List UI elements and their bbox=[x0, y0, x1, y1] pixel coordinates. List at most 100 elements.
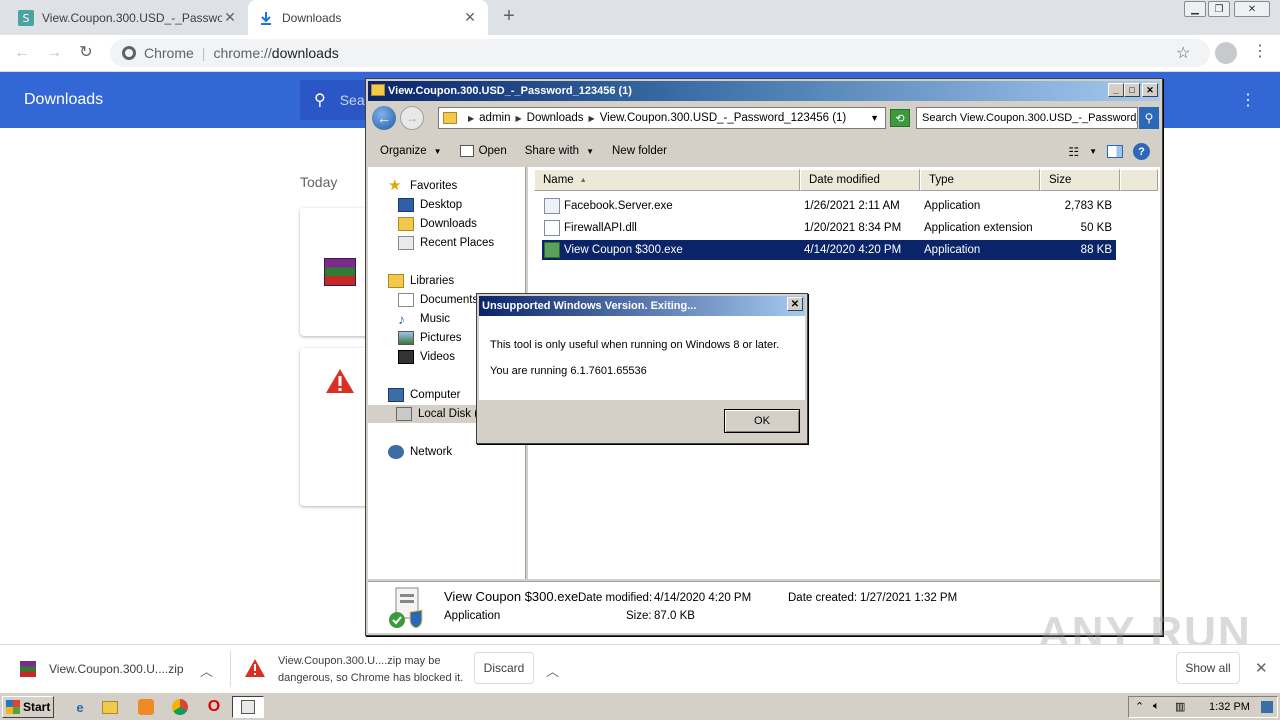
installer-taskbar-button[interactable] bbox=[232, 696, 264, 718]
file-row[interactable]: Facebook.Server.exe 1/26/2021 2:11 AM Ap… bbox=[542, 196, 1116, 216]
explorer-icon[interactable] bbox=[100, 697, 120, 717]
opera-icon[interactable]: O bbox=[204, 697, 224, 717]
winrar-icon bbox=[20, 661, 36, 677]
file-row-selected[interactable]: View Coupon $300.exe 4/14/2020 4:20 PM A… bbox=[542, 240, 1116, 260]
tab-close-icon[interactable]: ✕ bbox=[462, 9, 478, 26]
open-button[interactable]: Open bbox=[459, 145, 507, 157]
breadcrumb-item[interactable]: Downloads bbox=[527, 112, 584, 124]
minimize-button[interactable]: _ bbox=[1108, 83, 1124, 97]
dll-file-icon bbox=[544, 220, 560, 236]
bookmark-star-icon[interactable]: ☆ bbox=[1176, 43, 1190, 63]
nav-videos[interactable]: Videos bbox=[398, 348, 455, 366]
volume-icon[interactable]: 🔈︎ bbox=[1153, 700, 1160, 713]
tab-title: Downloads bbox=[282, 10, 342, 25]
dialog-close-button[interactable]: ✕ bbox=[787, 297, 803, 311]
refresh-icon[interactable]: ⟲ bbox=[890, 109, 910, 127]
maximize-button[interactable]: □ bbox=[1124, 83, 1140, 97]
dialog-titlebar[interactable]: Unsupported Windows Version. Exiting... bbox=[479, 296, 805, 316]
file-type: Application bbox=[924, 244, 981, 256]
tab-zip-file[interactable]: S View.Coupon.300.USD_-_Password_123456 … bbox=[8, 0, 248, 35]
start-button[interactable]: Start bbox=[2, 696, 54, 718]
new-folder-button[interactable]: New folder bbox=[612, 145, 667, 157]
nav-music[interactable]: ♪ Music bbox=[398, 310, 450, 328]
share-with-button[interactable]: Share with ▼ bbox=[525, 145, 594, 157]
media-player-icon[interactable] bbox=[136, 697, 156, 717]
column-header-type[interactable]: Type bbox=[920, 169, 1040, 191]
ok-button[interactable]: OK bbox=[724, 409, 800, 433]
clock[interactable]: 1:32 PM bbox=[1209, 701, 1250, 713]
restore-button[interactable]: ❐ bbox=[1208, 1, 1230, 17]
discard-button[interactable]: Discard bbox=[474, 652, 534, 684]
back-arrow-icon[interactable]: ← bbox=[12, 43, 32, 63]
dropdown-arrow-icon[interactable]: ▼ bbox=[1089, 147, 1097, 156]
explorer-titlebar[interactable]: View.Coupon.300.USD_-_Password_123456 (1… bbox=[368, 81, 1160, 101]
warning-icon bbox=[244, 658, 266, 681]
chrome-page-icon bbox=[122, 46, 136, 60]
forward-arrow-icon[interactable]: → bbox=[44, 43, 64, 63]
profile-avatar[interactable] bbox=[1215, 42, 1237, 64]
tab-close-icon[interactable]: ✕ bbox=[222, 9, 238, 26]
open-label: Open bbox=[478, 145, 507, 157]
internet-explorer-icon[interactable]: e bbox=[70, 697, 90, 717]
download-item[interactable]: View.Coupon.300.U....zip bbox=[20, 645, 184, 693]
new-tab-button[interactable]: + bbox=[498, 6, 520, 28]
column-header-size[interactable]: Size bbox=[1040, 169, 1120, 191]
show-desktop-icon[interactable] bbox=[1261, 701, 1273, 713]
reload-icon[interactable]: ↻ bbox=[76, 43, 96, 63]
downloads-menu-icon[interactable]: ⋮ bbox=[1240, 90, 1256, 110]
search-placeholder: Search View.Coupon.300.USD_-_Password_12… bbox=[922, 112, 1137, 124]
breadcrumb[interactable]: ▶ admin ▶ Downloads ▶ View.Coupon.300.US… bbox=[438, 107, 886, 129]
nav-favorites[interactable]: ★ Favorites bbox=[388, 177, 457, 195]
nav-libraries[interactable]: Libraries bbox=[388, 272, 454, 290]
minimize-button[interactable]: ▁ bbox=[1184, 1, 1206, 17]
nav-label: Libraries bbox=[410, 275, 455, 287]
nav-downloads[interactable]: Downloads bbox=[398, 215, 477, 233]
close-shelf-icon[interactable]: ✕ bbox=[1255, 659, 1268, 677]
column-header-date[interactable]: Date modified bbox=[800, 169, 920, 191]
dialog-message-line1: This tool is only useful when running on… bbox=[490, 339, 780, 351]
warning-line1: View.Coupon.300.U....zip may be bbox=[278, 655, 441, 667]
details-date-created: 1/27/2021 1:32 PM bbox=[860, 592, 958, 604]
view-controls: ☷ ▼ ? bbox=[1068, 143, 1150, 160]
nav-desktop[interactable]: Desktop bbox=[398, 196, 462, 214]
nav-documents[interactable]: Documents bbox=[398, 291, 478, 309]
preview-pane-icon[interactable] bbox=[1107, 145, 1123, 158]
help-icon[interactable]: ? bbox=[1133, 143, 1150, 160]
address-bar[interactable]: Chrome | chrome:// downloads bbox=[110, 39, 1210, 67]
url-scheme: chrome:// bbox=[213, 45, 272, 61]
file-date: 1/26/2021 2:11 AM bbox=[804, 200, 900, 212]
organize-label: Organize bbox=[380, 145, 427, 157]
close-window-button[interactable]: ✕ bbox=[1234, 1, 1270, 17]
nav-pictures[interactable]: Pictures bbox=[398, 329, 462, 347]
breadcrumb-item[interactable]: View.Coupon.300.USD_-_Password_123456 (1… bbox=[600, 112, 847, 124]
nav-network[interactable]: Network bbox=[388, 443, 452, 461]
dropdown-arrow-icon: ▼ bbox=[433, 146, 442, 156]
network-tray-icon[interactable]: ▥ bbox=[1175, 700, 1185, 713]
chevron-up-icon[interactable]: ︿ bbox=[200, 661, 213, 680]
organize-button[interactable]: Organize ▼ bbox=[380, 145, 442, 157]
window-title: View.Coupon.300.USD_-_Password_123456 (1… bbox=[388, 85, 632, 97]
view-options-icon[interactable]: ☷ bbox=[1068, 145, 1079, 159]
videos-icon bbox=[398, 350, 414, 364]
chrome-icon[interactable] bbox=[170, 697, 190, 717]
close-button[interactable]: ✕ bbox=[1142, 83, 1158, 97]
breadcrumb-dropdown-icon[interactable]: ▼ bbox=[870, 113, 879, 123]
column-header-name[interactable]: Name ▲ bbox=[534, 169, 800, 191]
command-bar: Organize ▼ Open Share with ▼ New folder ☷ … bbox=[368, 137, 1160, 165]
nav-recent-places[interactable]: Recent Places bbox=[398, 234, 494, 252]
tab-downloads[interactable]: Downloads ✕ bbox=[248, 0, 488, 35]
forward-arrow-icon[interactable]: → bbox=[400, 106, 424, 130]
tab-title: View.Coupon.300.USD_-_Password_123456 (1… bbox=[42, 10, 222, 25]
file-row[interactable]: FirewallAPI.dll 1/20/2021 8:34 PM Applic… bbox=[542, 218, 1116, 238]
nav-computer[interactable]: Computer bbox=[388, 386, 461, 404]
chrome-menu-icon[interactable]: ⋮ bbox=[1252, 41, 1268, 61]
local-disk-icon bbox=[396, 407, 412, 421]
chevron-up-icon[interactable]: ︿ bbox=[546, 661, 559, 680]
search-icon[interactable]: ⚲ bbox=[1139, 107, 1159, 129]
show-all-button[interactable]: Show all bbox=[1176, 652, 1240, 684]
explorer-search-input[interactable]: Search View.Coupon.300.USD_-_Password_12… bbox=[916, 107, 1138, 129]
details-file-type: Application bbox=[444, 610, 501, 622]
breadcrumb-item[interactable]: admin bbox=[479, 112, 510, 124]
back-arrow-icon[interactable]: ← bbox=[372, 106, 396, 130]
show-hidden-icons[interactable]: ⌃ bbox=[1135, 700, 1144, 713]
